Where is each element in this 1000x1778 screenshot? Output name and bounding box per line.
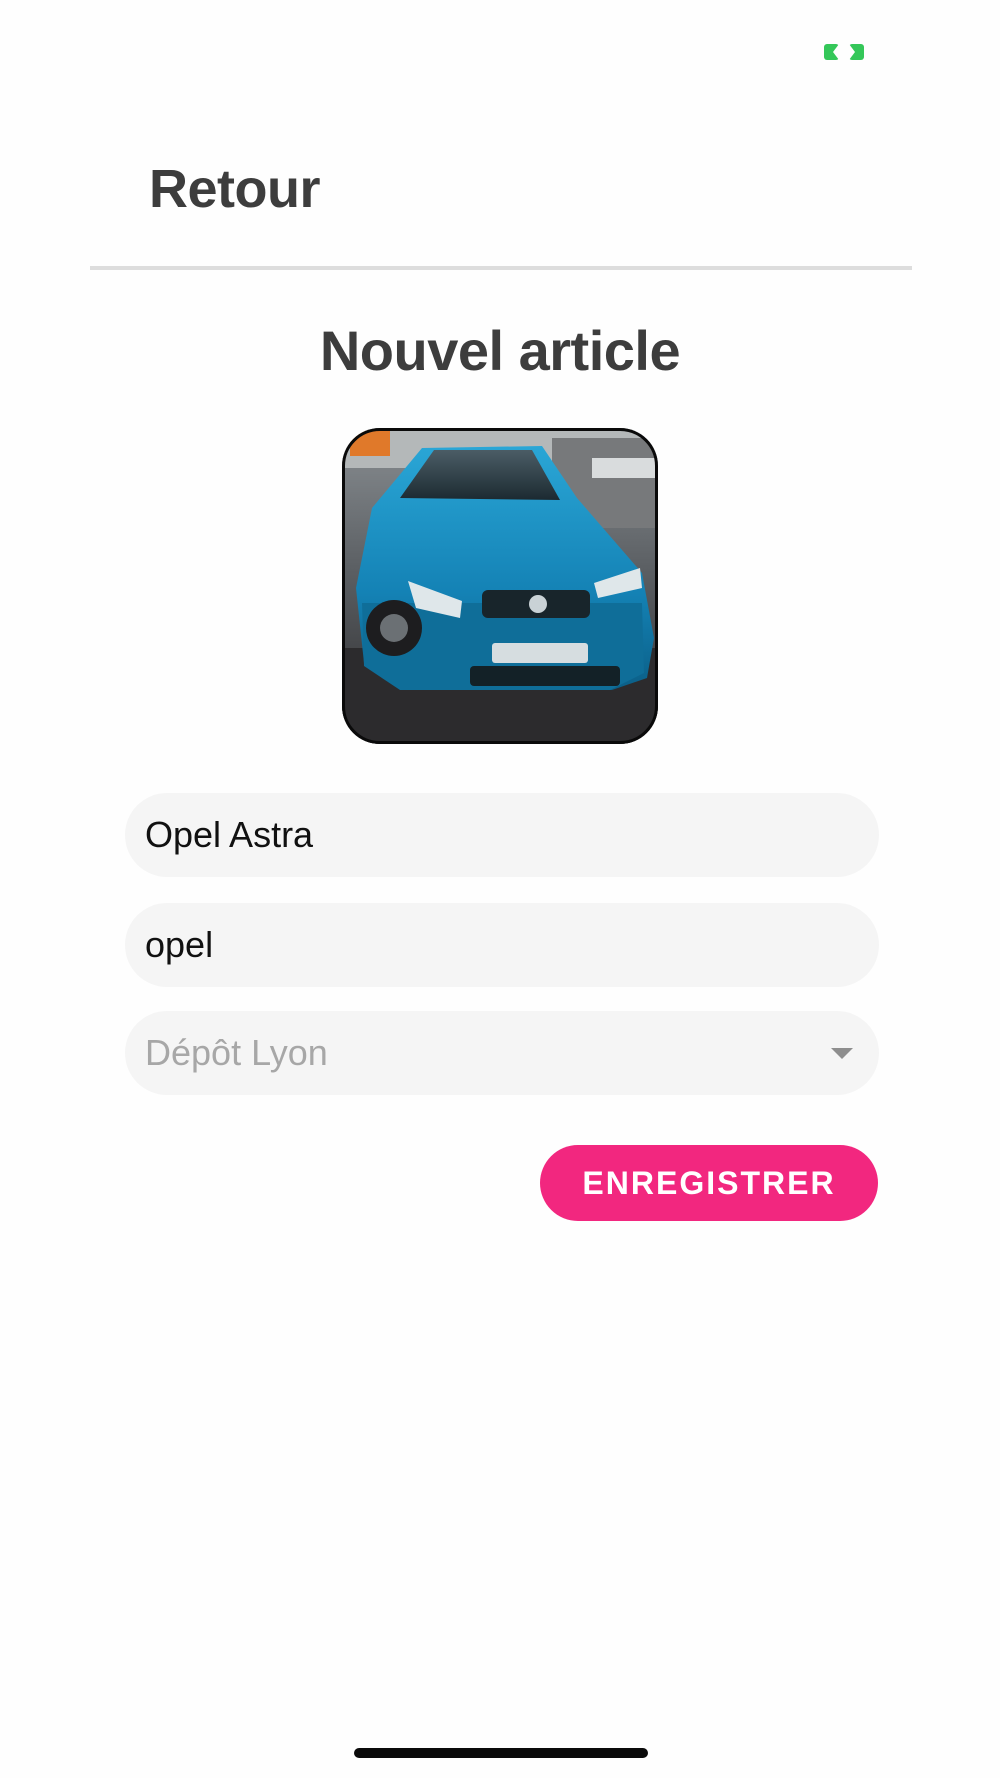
back-link[interactable]: Retour (149, 158, 321, 220)
article-brand-value: opel (145, 924, 214, 965)
depot-select[interactable]: Dépôt Lyon (125, 1011, 879, 1095)
article-name-input[interactable]: Opel Astra (125, 793, 879, 877)
indicator-left-half (824, 44, 839, 60)
screen-recording-indicator-icon (824, 44, 864, 60)
chevron-down-icon (831, 1047, 853, 1059)
page-title: Nouvel article (319, 319, 681, 382)
header-divider (90, 266, 912, 270)
car-photo-icon (342, 428, 658, 744)
article-brand-input[interactable]: opel (125, 903, 879, 987)
article-name-value: Opel Astra (145, 814, 314, 855)
indicator-right-half (849, 44, 864, 60)
save-button[interactable]: ENREGISTRER (540, 1145, 878, 1221)
article-photo[interactable] (342, 428, 658, 744)
home-indicator[interactable] (354, 1748, 648, 1758)
depot-select-value: Dépôt Lyon (145, 1032, 328, 1073)
